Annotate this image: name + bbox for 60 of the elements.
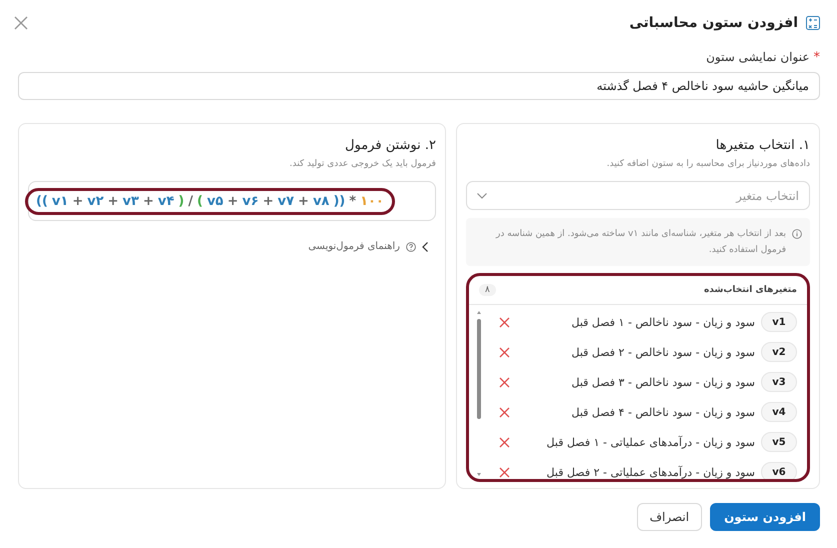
field-label: عنوان نمایشی ستون [706, 50, 810, 64]
variable-id-tag: v6 [761, 462, 797, 479]
formula-token: ( [197, 194, 203, 208]
formula-token: + [142, 194, 154, 208]
help-icon [406, 242, 416, 252]
panel-heading: ۲. نوشتن فرمول [344, 138, 436, 153]
remove-icon[interactable] [499, 376, 510, 388]
variable-name: سود و زیان - سود ناخالص - ۳ فصل قبل [572, 376, 755, 389]
remove-icon[interactable] [499, 436, 510, 448]
formula-token: + [262, 194, 274, 208]
chevron-left-icon [422, 242, 428, 252]
formula-token: ۱۰۰ [360, 194, 384, 208]
formula-token: / [188, 194, 193, 208]
required-mark: * [814, 50, 820, 64]
formula-token: + [227, 194, 238, 208]
close-icon[interactable] [14, 16, 28, 30]
formula-token: v۷ [278, 194, 294, 208]
formula-guide-link[interactable]: راهنمای فرمول‌نویسی [308, 241, 400, 252]
chevron-down-icon [477, 192, 487, 199]
formula-token: v۱ [52, 194, 68, 208]
remove-icon[interactable] [499, 346, 510, 358]
variable-name: سود و زیان - درآمدهای عملیاتی - ۲ فصل قبل [546, 466, 755, 479]
formula-token: v۳ [122, 194, 139, 208]
formula-token: + [108, 194, 119, 208]
variable-id-tag: v5 [761, 432, 797, 452]
formula-token: (( [36, 194, 48, 208]
remove-icon[interactable] [499, 316, 510, 328]
formula-token: ) [178, 194, 184, 208]
remove-icon[interactable] [499, 466, 510, 478]
panel-heading: ۱. انتخاب متغیرها [714, 138, 810, 153]
calculator-icon [806, 16, 820, 30]
count-badge: ۸ [479, 284, 496, 296]
formula-token: v۴ [158, 194, 174, 208]
panel-description: فرمول باید یک خروجی عددی تولید کند. [288, 159, 436, 169]
variable-id-tag: v4 [761, 402, 797, 422]
formula-token: + [72, 194, 84, 208]
hint-text: بعد از انتخاب هر متغیر، شناسه‌ای مانند v۱ ساخته می‌شود. از همین شناسه در فرمول استفاده کنید. [494, 228, 786, 258]
variable-id-tag: v3 [761, 372, 797, 392]
formula-token: v۵ [206, 194, 224, 208]
remove-icon[interactable] [499, 406, 510, 418]
variable-name: سود و زیان - سود ناخالص - ۱ فصل قبل [572, 316, 755, 329]
variable-id-tag: v1 [761, 312, 797, 332]
formula-token: v۶ [242, 194, 259, 208]
variable-name: سود و زیان - سود ناخالص - ۴ فصل قبل [572, 406, 755, 419]
panel-description: داده‌های موردنیاز برای محاسبه را به ستون اضافه کنید. [606, 159, 810, 169]
list-title: متغیرهای انتخاب‌شده [704, 285, 797, 296]
add-column-button[interactable]: افزودن ستون [710, 503, 820, 531]
formula-token: v۲ [87, 194, 104, 208]
variable-name: سود و زیان - درآمدهای عملیاتی - ۱ فصل قبل [546, 436, 755, 449]
info-icon [792, 229, 802, 240]
formula-token: v۸ [312, 194, 330, 208]
cancel-button[interactable]: انصراف [636, 503, 702, 531]
formula-token: )) [333, 194, 346, 208]
formula-field[interactable]: ۱۰۰ * )) v۸ + v۷ + v۶ + v۵ ( / ) v۴ + v۳ + v۲ + v۱ (( [28, 181, 436, 221]
dialog-title: افزودن ستون محاسباتی [629, 15, 798, 31]
variable-id-tag: v2 [761, 342, 797, 362]
formula-token: + [298, 194, 309, 208]
variable-name: سود و زیان - سود ناخالص - ۲ فصل قبل [572, 346, 755, 359]
formula-token: * [349, 194, 356, 208]
column-title-field[interactable]: میانگین حاشیه سود ناخالص ۴ فصل گذشته [18, 72, 820, 100]
